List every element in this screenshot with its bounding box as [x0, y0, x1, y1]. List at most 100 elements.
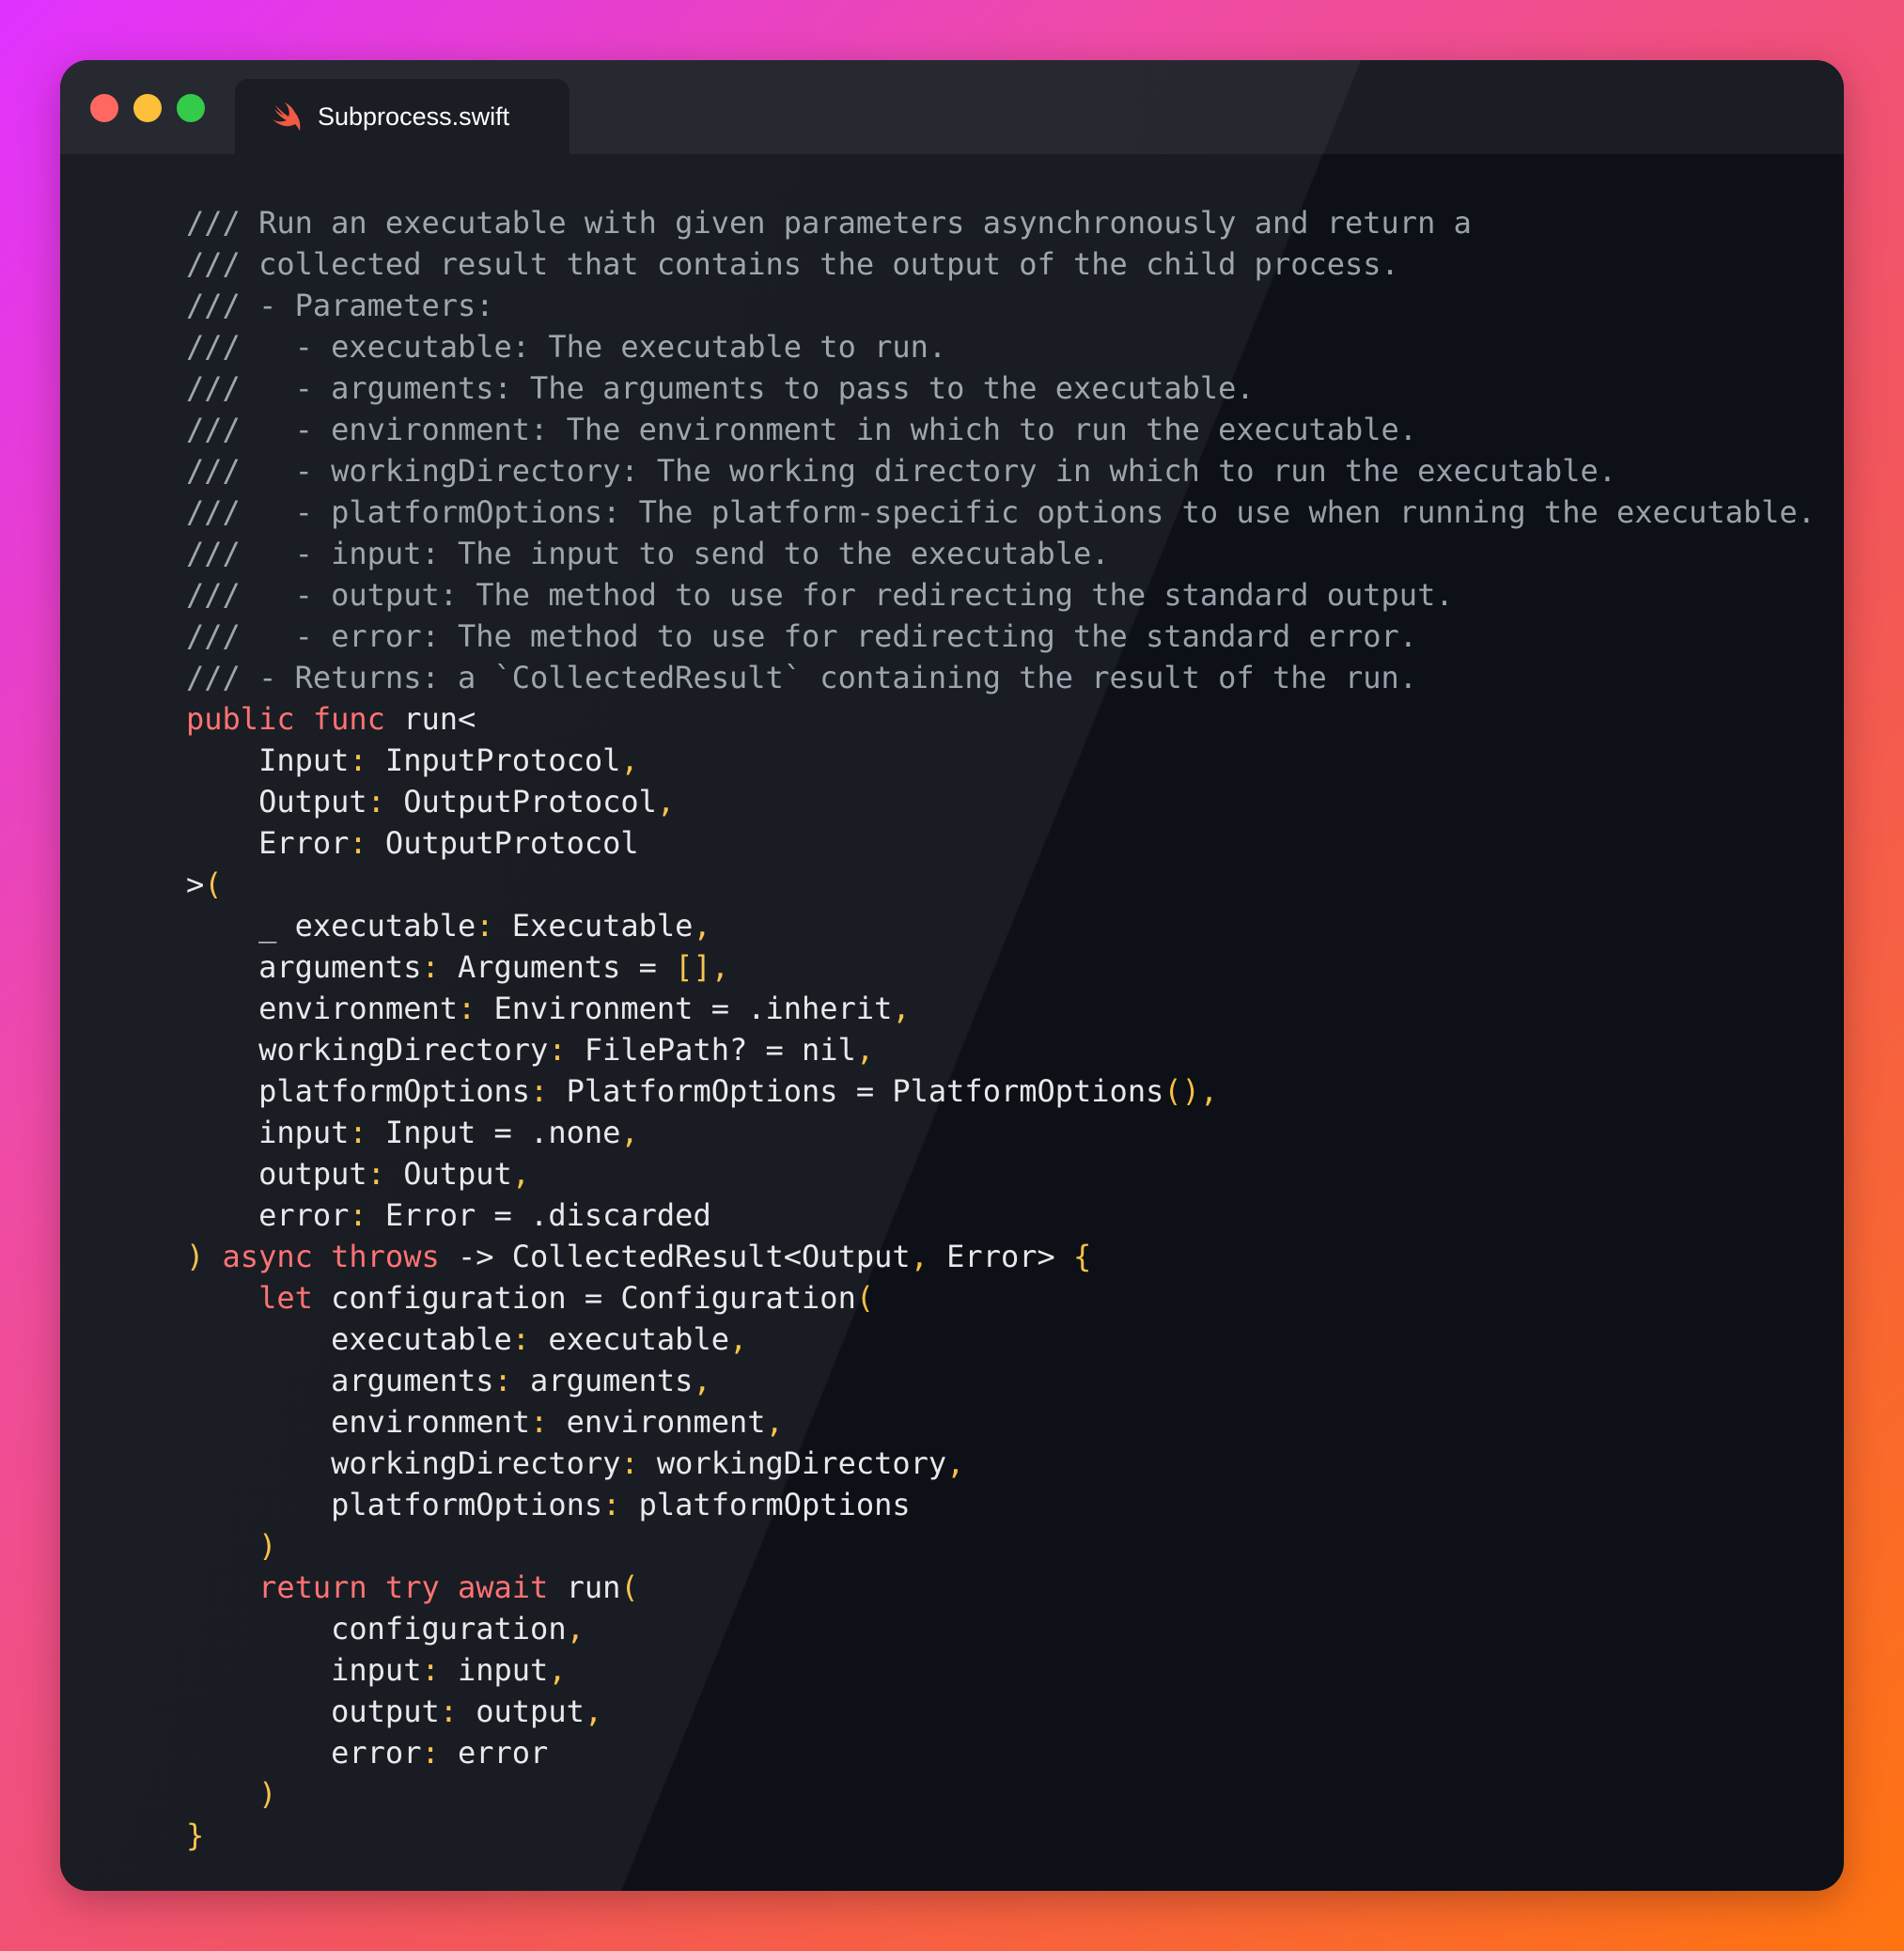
code-token: Error> — [928, 1239, 1074, 1274]
line-content: Error: OutputProtocol — [186, 822, 639, 864]
title-bar: Subprocess.swift — [60, 60, 1844, 154]
line-content: ) async throws -> CollectedResult<Output… — [186, 1236, 1091, 1277]
line-content: error: Error = .discarded — [186, 1194, 711, 1236]
code-token: platformOptions — [186, 1487, 603, 1522]
line-content: ) — [186, 1525, 276, 1567]
code-token: : — [548, 1032, 567, 1068]
line-content: executable: executable, — [186, 1319, 747, 1360]
code-token: /// - workingDirectory: The working dire… — [186, 453, 1616, 489]
code-token: , — [946, 1445, 965, 1481]
line-content: /// - platformOptions: The platform-spec… — [186, 492, 1816, 533]
code-token: PlatformOptions = PlatformOptions — [548, 1073, 1164, 1109]
line-content: environment: Environment = .inherit, — [186, 988, 911, 1029]
code-token: , — [693, 1363, 711, 1398]
code-token: configuration — [186, 1611, 567, 1647]
line-content: output: output, — [186, 1691, 602, 1732]
code-token: , — [620, 1115, 639, 1150]
code-token: OutputProtocol — [367, 825, 639, 861]
line-content: environment: environment, — [186, 1401, 784, 1443]
line-content: public func run< — [186, 698, 476, 740]
code-token: ) — [186, 1776, 277, 1812]
code-token: environment — [186, 1404, 531, 1440]
code-token: input — [186, 1652, 422, 1688]
code-token: ) — [186, 1528, 277, 1564]
line-content: /// collected result that contains the o… — [186, 243, 1399, 285]
code-token: Output — [384, 1156, 512, 1192]
code-token: arguments — [511, 1363, 694, 1398]
code-token: ( — [620, 1569, 639, 1605]
code-token: : — [367, 784, 385, 819]
code-token: /// - arguments: The arguments to pass t… — [186, 370, 1255, 406]
code-token: : — [349, 825, 367, 861]
line-content: platformOptions: platformOptions — [186, 1484, 911, 1525]
code-token: , — [855, 1032, 875, 1068]
line-content: workingDirectory: FilePath? = nil, — [186, 1029, 874, 1070]
line-content: /// - workingDirectory: The working dire… — [186, 450, 1616, 492]
code-token: , — [584, 1693, 603, 1729]
code-token: [], — [675, 949, 729, 985]
line-content: _ executable: Executable, — [186, 905, 711, 946]
code-token: error — [186, 1735, 422, 1771]
code-token: /// - executable: The executable to run. — [186, 329, 947, 365]
line-content: return try await run( — [186, 1567, 639, 1608]
code-token: try — [384, 1569, 440, 1605]
code-token: error — [186, 1197, 350, 1233]
code-token: /// - Parameters: — [186, 288, 494, 323]
code-token: { — [1073, 1239, 1092, 1274]
code-token: workingDirectory — [638, 1445, 947, 1481]
code-token: Error — [186, 825, 350, 861]
code-token: _ executable — [186, 908, 476, 944]
code-token: (), — [1163, 1073, 1219, 1109]
code-token: arguments — [186, 1363, 494, 1398]
editor-window: Subprocess.swift 1/// Run an executable … — [60, 60, 1844, 1891]
line-content: >( — [186, 864, 223, 905]
code-token: Input — [186, 742, 350, 778]
code-token: ) — [186, 1239, 205, 1274]
code-token: Executable — [493, 908, 694, 944]
code-token: output — [186, 1693, 440, 1729]
code-token: , — [620, 742, 639, 778]
line-content: output: Output, — [186, 1153, 530, 1194]
code-token: OutputProtocol — [384, 784, 657, 819]
code-token: : — [620, 1445, 639, 1481]
code-token: : — [511, 1321, 531, 1357]
code-token: , — [511, 1156, 531, 1192]
code-token: platformOptions — [620, 1487, 911, 1522]
close-window-button[interactable] — [90, 94, 118, 122]
line-content: input: Input = .none, — [186, 1112, 639, 1153]
code-token: /// Run an executable with given paramet… — [186, 205, 1472, 241]
code-token: /// collected result that contains the o… — [186, 246, 1399, 282]
code-token: , — [656, 784, 676, 819]
code-token: , — [910, 1239, 929, 1274]
code-token: /// - output: The method to use for redi… — [186, 577, 1454, 613]
code-token: input — [439, 1652, 549, 1688]
line-content: platformOptions: PlatformOptions = Platf… — [186, 1070, 1218, 1112]
code-token: , — [892, 991, 911, 1026]
line-content: input: input, — [186, 1649, 567, 1691]
zoom-window-button[interactable] — [177, 94, 205, 122]
code-token: : — [602, 1487, 621, 1522]
code-token: ( — [855, 1280, 875, 1316]
line-content: configuration, — [186, 1608, 585, 1649]
line-content: Output: OutputProtocol, — [186, 781, 675, 822]
code-token: await — [457, 1569, 549, 1605]
tab-subprocess-swift[interactable]: Subprocess.swift — [235, 79, 570, 154]
code-token: executable — [186, 1321, 512, 1357]
code-token: platformOptions — [186, 1073, 531, 1109]
code-token: , — [728, 1321, 748, 1357]
line-content: /// - error: The method to use for redir… — [186, 616, 1417, 657]
code-token: FilePath? = nil — [566, 1032, 856, 1068]
code-token: /// - Returns: a `CollectedResult` conta… — [186, 660, 1418, 695]
code-token: , — [548, 1652, 567, 1688]
code-token: : — [439, 1693, 458, 1729]
code-token: throws — [331, 1239, 440, 1274]
minimize-window-button[interactable] — [133, 94, 162, 122]
line-content: /// - Parameters: — [186, 285, 494, 326]
code-token: environment — [186, 991, 458, 1026]
